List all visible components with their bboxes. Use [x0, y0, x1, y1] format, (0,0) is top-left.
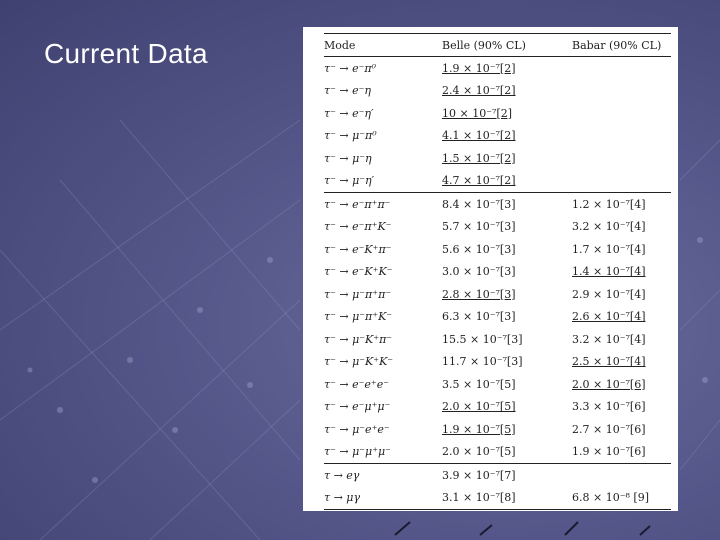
- table-row: τ⁻ → μ⁻K⁺K⁻ 11.7 × 10⁻⁷[3] 2.5 × 10⁻⁷[4]: [324, 351, 671, 374]
- table-row: τ⁻ → e⁻K⁺K⁻ 3.0 × 10⁻⁷[3] 1.4 × 10⁻⁷[4]: [324, 261, 671, 284]
- belle-limit-cell: 8.4 × 10⁻⁷[3]: [442, 197, 516, 211]
- belle-limit-cell: 10 × 10⁻⁷[2]: [442, 106, 513, 120]
- belle-limit-cell: 11.7 × 10⁻⁷[3]: [442, 355, 523, 369]
- table-row: τ⁻ → e⁻π⁺π⁻ 8.4 × 10⁻⁷[3] 1.2 × 10⁻⁷[4]: [324, 193, 671, 216]
- table-row: τ⁻ → μ⁻η 1.5 × 10⁻⁷[2]: [324, 147, 671, 170]
- slide-title: Current Data: [44, 38, 208, 69]
- babar-limit-cell: 6.8 × 10⁻⁸ [9]: [572, 491, 649, 505]
- belle-limit-cell: 2.0 × 10⁻⁷[5]: [442, 400, 516, 414]
- mode-cell: τ⁻ → μ⁻e⁺e⁻: [324, 422, 390, 436]
- lfv-limits-table: Mode Belle (90% CL) Babar (90% CL) τ⁻ → …: [324, 33, 671, 510]
- table-body: τ⁻ → e⁻π⁰ 1.9 × 10⁻⁷[2] τ⁻ → e⁻η 2.4 × 10⁻⁷…: [324, 57, 671, 510]
- table-row: τ⁻ → e⁻π⁺K⁻ 5.7 × 10⁻⁷[3] 3.2 × 10⁻⁷[4]: [324, 216, 671, 239]
- table-row: τ⁻ → e⁻η′ 10 × 10⁻⁷[2]: [324, 102, 671, 125]
- mode-cell: τ⁻ → e⁻π⁺π⁻: [324, 197, 391, 211]
- table-row: τ⁻ → μ⁻η′ 4.7 × 10⁻⁷[2]: [324, 170, 671, 193]
- belle-limit-cell: 5.7 × 10⁻⁷[3]: [442, 220, 516, 234]
- mode-cell: τ⁻ → μ⁻π⁺π⁻: [324, 287, 392, 301]
- mode-cell: τ⁻ → μ⁻K⁺π⁻: [324, 332, 393, 346]
- table-row: τ⁻ → μ⁻π⁺K⁻ 6.3 × 10⁻⁷[3] 2.6 × 10⁻⁷[4]: [324, 306, 671, 329]
- belle-limit-cell: 3.5 × 10⁻⁷[5]: [442, 377, 516, 391]
- belle-limit-cell: 3.1 × 10⁻⁷[8]: [442, 491, 516, 505]
- table-row: τ⁻ → μ⁻e⁺e⁻ 1.9 × 10⁻⁷[5] 2.7 × 10⁻⁷[6]: [324, 418, 671, 441]
- babar-limit-cell: 2.5 × 10⁻⁷[4]: [572, 355, 646, 369]
- mode-cell: τ → μγ: [324, 491, 361, 505]
- mode-cell: τ⁻ → μ⁻π⁺K⁻: [324, 310, 393, 324]
- babar-limit-cell: [572, 147, 671, 170]
- belle-limit-cell: 2.8 × 10⁻⁷[3]: [442, 287, 516, 301]
- belle-limit-cell: 1.9 × 10⁻⁷[5]: [442, 422, 516, 436]
- babar-limit-cell: [572, 125, 671, 148]
- belle-limit-cell: 2.4 × 10⁻⁷[2]: [442, 84, 516, 98]
- mode-cell: τ⁻ → μ⁻μ⁺μ⁻: [324, 445, 391, 459]
- mode-cell: τ⁻ → μ⁻η′: [324, 174, 375, 188]
- mode-cell: τ⁻ → e⁻η′: [324, 106, 374, 120]
- mode-cell: τ⁻ → e⁻K⁺K⁻: [324, 265, 393, 279]
- babar-limit-cell: 1.4 × 10⁻⁷[4]: [572, 265, 646, 279]
- table-row: τ⁻ → e⁻e⁺e⁻ 3.5 × 10⁻⁷[5] 2.0 × 10⁻⁷[6]: [324, 373, 671, 396]
- babar-limit-cell: 1.9 × 10⁻⁷[6]: [572, 445, 646, 459]
- mode-cell: τ⁻ → e⁻π⁺K⁻: [324, 220, 392, 234]
- table-header-row: Mode Belle (90% CL) Babar (90% CL): [324, 33, 671, 57]
- table-row: τ⁻ → μ⁻μ⁺μ⁻ 2.0 × 10⁻⁷[5] 1.9 × 10⁻⁷[6]: [324, 441, 671, 464]
- babar-limit-cell: 3.2 × 10⁻⁷[4]: [572, 220, 646, 234]
- header-belle: Belle (90% CL): [442, 38, 526, 52]
- data-table-panel: Mode Belle (90% CL) Babar (90% CL) τ⁻ → …: [303, 27, 678, 511]
- table-row: τ⁻ → μ⁻π⁺π⁻ 2.8 × 10⁻⁷[3] 2.9 × 10⁻⁷[4]: [324, 283, 671, 306]
- table-row: τ⁻ → e⁻K⁺π⁻ 5.6 × 10⁻⁷[3] 1.7 × 10⁻⁷[4]: [324, 238, 671, 261]
- mode-cell: τ⁻ → e⁻π⁰: [324, 61, 377, 75]
- table-row: τ⁻ → μ⁻K⁺π⁻ 15.5 × 10⁻⁷[3] 3.2 × 10⁻⁷[4]: [324, 328, 671, 351]
- babar-limit-cell: 2.0 × 10⁻⁷[6]: [572, 377, 646, 391]
- table-row: τ → μγ 3.1 × 10⁻⁷[8] 6.8 × 10⁻⁸ [9]: [324, 487, 671, 510]
- babar-limit-cell: 2.6 × 10⁻⁷[4]: [572, 310, 646, 324]
- babar-limit-cell: 2.7 × 10⁻⁷[6]: [572, 422, 646, 436]
- babar-limit-cell: 3.2 × 10⁻⁷[4]: [572, 332, 646, 346]
- mode-cell: τ⁻ → μ⁻π⁰: [324, 129, 377, 143]
- belle-limit-cell: 6.3 × 10⁻⁷[3]: [442, 310, 516, 324]
- mode-cell: τ⁻ → e⁻μ⁺μ⁻: [324, 400, 391, 414]
- belle-limit-cell: 15.5 × 10⁻⁷[3]: [442, 332, 523, 346]
- belle-limit-cell: 1.9 × 10⁻⁷[2]: [442, 61, 516, 75]
- table-row: τ → eγ 3.9 × 10⁻⁷[7]: [324, 464, 671, 487]
- table-row: τ⁻ → e⁻μ⁺μ⁻ 2.0 × 10⁻⁷[5] 3.3 × 10⁻⁷[6]: [324, 396, 671, 419]
- babar-limit-cell: 3.3 × 10⁻⁷[6]: [572, 400, 646, 414]
- header-mode: Mode: [324, 38, 356, 52]
- header-babar: Babar (90% CL): [572, 38, 662, 52]
- mode-cell: τ⁻ → μ⁻η: [324, 151, 372, 165]
- babar-limit-cell: 1.2 × 10⁻⁷[4]: [572, 197, 646, 211]
- table-row: τ⁻ → e⁻π⁰ 1.9 × 10⁻⁷[2]: [324, 57, 671, 80]
- table-row: τ⁻ → μ⁻π⁰ 4.1 × 10⁻⁷[2]: [324, 125, 671, 148]
- mode-cell: τ⁻ → e⁻K⁺π⁻: [324, 242, 392, 256]
- babar-limit-cell: [572, 102, 671, 125]
- babar-limit-cell: [572, 464, 671, 487]
- mode-cell: τ⁻ → e⁻e⁺e⁻: [324, 377, 390, 391]
- belle-limit-cell: 3.9 × 10⁻⁷[7]: [442, 468, 516, 482]
- babar-limit-cell: [572, 80, 671, 103]
- belle-limit-cell: 1.5 × 10⁻⁷[2]: [442, 151, 516, 165]
- belle-limit-cell: 2.0 × 10⁻⁷[5]: [442, 445, 516, 459]
- belle-limit-cell: 4.7 × 10⁻⁷[2]: [442, 174, 516, 188]
- babar-limit-cell: [572, 57, 671, 80]
- table-row: τ⁻ → e⁻η 2.4 × 10⁻⁷[2]: [324, 80, 671, 103]
- mode-cell: τ⁻ → e⁻η: [324, 84, 372, 98]
- babar-limit-cell: [572, 170, 671, 193]
- babar-limit-cell: 1.7 × 10⁻⁷[4]: [572, 242, 646, 256]
- belle-limit-cell: 4.1 × 10⁻⁷[2]: [442, 129, 516, 143]
- belle-limit-cell: 3.0 × 10⁻⁷[3]: [442, 265, 516, 279]
- babar-limit-cell: 2.9 × 10⁻⁷[4]: [572, 287, 646, 301]
- mode-cell: τ → eγ: [324, 468, 360, 482]
- mode-cell: τ⁻ → μ⁻K⁺K⁻: [324, 355, 394, 369]
- belle-limit-cell: 5.6 × 10⁻⁷[3]: [442, 242, 516, 256]
